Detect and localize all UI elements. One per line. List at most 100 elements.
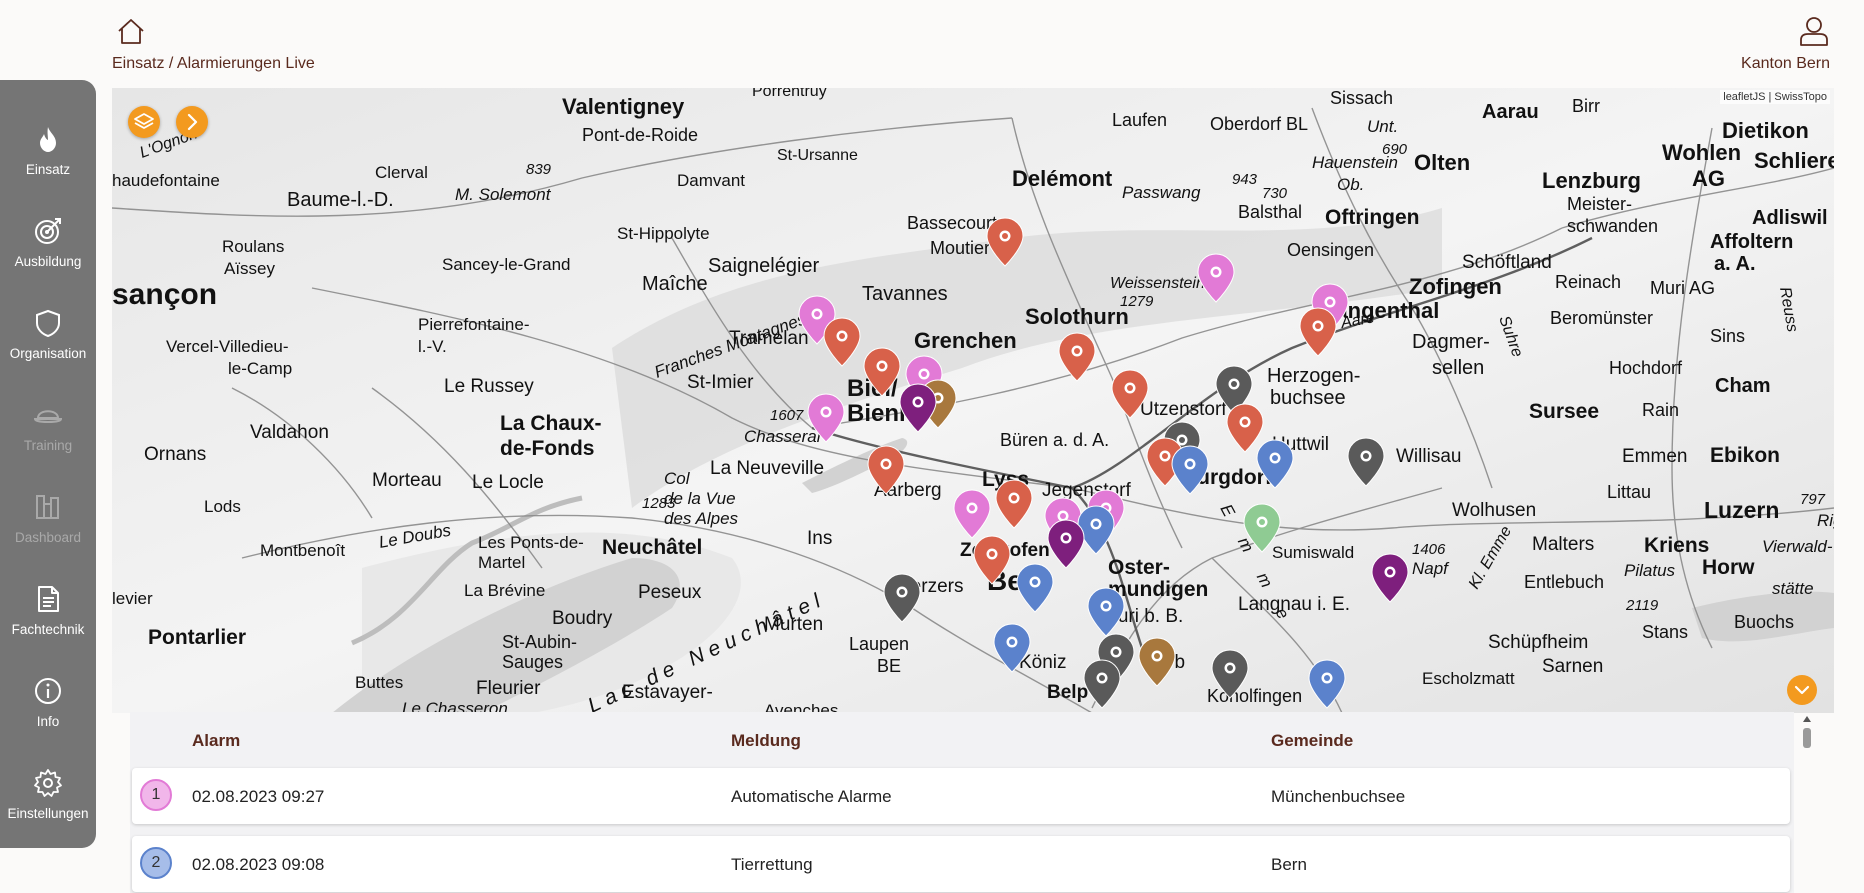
map-label: Vierwald-: [1762, 537, 1833, 556]
map-label: 730: [1262, 185, 1288, 202]
map-label: schwanden: [1567, 216, 1658, 236]
map-label: Horw: [1702, 556, 1755, 579]
map-label: Lods: [204, 497, 241, 516]
map-label: Malters: [1532, 534, 1594, 555]
map-label: 839: [526, 161, 552, 178]
map-label: St-Hippolyte: [617, 224, 710, 243]
map-label: Ornans: [144, 444, 206, 465]
map-label: Les Ponts-de-: [478, 533, 584, 552]
map-label: Le Locle: [472, 472, 544, 493]
map-label: Sancey-le-Grand: [442, 255, 571, 274]
map-label: Porrentruy: [752, 88, 827, 100]
map-label: Bassecourt: [907, 213, 997, 233]
column-header-meldung[interactable]: Meldung: [731, 731, 801, 751]
map-label: BE: [877, 656, 901, 676]
home-icon[interactable]: [116, 16, 146, 46]
map-label: Delémont: [1012, 166, 1113, 191]
sidebar-item-training: Training: [0, 386, 96, 466]
sidebar-item-ausbildung[interactable]: Ausbildung: [0, 202, 96, 282]
cell-alarm: 02.08.2023 09:08: [192, 855, 325, 874]
sidebar-item-organisation[interactable]: Organisation: [0, 294, 96, 374]
helmet-icon: [33, 410, 63, 423]
map-label: 1279: [1120, 293, 1154, 310]
table-header: Alarm Meldung Gemeinde: [130, 712, 1794, 768]
map-label: La Brévine: [464, 581, 545, 600]
sidebar-item-info[interactable]: Info: [0, 662, 96, 742]
breadcrumb: Einsatz / Alarmierungen Live: [112, 55, 315, 72]
map-label: Muri AG: [1650, 278, 1715, 298]
map-label: Pierrefontaine-: [418, 315, 530, 334]
map-label: Passwang: [1122, 183, 1201, 202]
sidebar-item-einsatz[interactable]: Einsatz: [0, 110, 96, 190]
map-label: Fleurier: [476, 678, 541, 699]
top-bar: Einsatz / Alarmierungen Live Kanton Bern: [0, 0, 1864, 84]
map-label: Rain: [1642, 400, 1679, 420]
map-label: 1406: [1412, 541, 1446, 558]
info-icon: [35, 678, 61, 704]
map-label: Tavannes: [862, 283, 948, 305]
map-label: Laufen: [1112, 110, 1167, 130]
map-canvas[interactable]: Valentigney Pont-de-Roide Porrentruy St-…: [112, 88, 1834, 713]
map-label: Langnau i. E.: [1238, 594, 1350, 615]
map-label: Olten: [1414, 150, 1470, 175]
layers-button[interactable]: [128, 106, 160, 138]
column-header-gemeinde[interactable]: Gemeinde: [1271, 731, 1353, 751]
map-view[interactable]: Valentigney Pont-de-Roide Porrentruy St-…: [112, 88, 1834, 713]
map-label: Schöftland: [1462, 252, 1552, 273]
map-label: Pilatus: [1624, 561, 1676, 580]
map-label: Ob.: [1337, 175, 1364, 194]
collapse-table-button[interactable]: [1787, 675, 1817, 705]
scroll-thumb: [1803, 728, 1811, 748]
table-row[interactable]: 1 02.08.2023 09:27 Automatische Alarme M…: [132, 768, 1790, 824]
map-attribution[interactable]: leafletJS | SwissTopo: [1720, 90, 1830, 104]
map-label: buchsee: [1270, 387, 1346, 409]
bar-chart-icon: [36, 495, 59, 519]
scroll-up-arrow: [1803, 716, 1811, 722]
map-label: Pont-de-Roide: [582, 125, 698, 145]
map-label: Dagmer-: [1412, 331, 1490, 353]
sidebar-item-label: Info: [36, 714, 60, 729]
map-label: Morteau: [372, 470, 442, 491]
map-label: Balsthal: [1238, 202, 1302, 222]
user-icon[interactable]: [1798, 15, 1830, 47]
sidebar-item-label: Training: [23, 438, 73, 453]
map-label: Boudry: [552, 608, 613, 629]
map-label: Emmen: [1622, 446, 1687, 467]
column-header-alarm[interactable]: Alarm: [192, 731, 240, 751]
table-row[interactable]: 2 02.08.2023 09:08 Tierrettung Bern: [132, 836, 1790, 892]
row-index-badge: 2: [140, 847, 172, 879]
cell-gemeinde: Bern: [1271, 855, 1307, 874]
canton-label: Kanton Bern: [1741, 55, 1830, 72]
map-label: Sumiswald: [1272, 543, 1354, 562]
sidebar-item-label: Einsatz: [25, 162, 71, 177]
sidebar-item-label: Fachtechnik: [11, 622, 85, 637]
table-scrollbar[interactable]: [1800, 712, 1814, 893]
map-label: Buochs: [1734, 612, 1794, 632]
sidebar-item-fachtechnik[interactable]: Fachtechnik: [0, 570, 96, 650]
map-label: Sursee: [1529, 400, 1599, 423]
map-label: Birr: [1572, 96, 1600, 116]
map-label: M. Solemont: [455, 185, 552, 204]
map-label: Adliswil: [1752, 207, 1828, 229]
map-label: stätte: [1772, 579, 1814, 598]
cell-meldung: Tierrettung: [731, 855, 813, 874]
expand-panel-button[interactable]: [176, 106, 208, 138]
map-label: sançon: [112, 278, 217, 311]
map-label: Peseux: [638, 582, 702, 603]
map-label: haudefontaine: [112, 171, 220, 190]
sidebar-item-einstellungen[interactable]: Einstellungen: [0, 754, 96, 834]
chevron-right-icon: [187, 113, 198, 131]
map-label: Aarau: [1482, 101, 1539, 123]
map-label: Sins: [1710, 326, 1745, 346]
map-label: Grenchen: [914, 328, 1017, 353]
map-label: Buttes: [355, 673, 403, 692]
map-label: Ebikon: [1710, 444, 1780, 467]
map-label: Ins: [807, 528, 832, 549]
sidebar-item-label: Dashboard: [14, 530, 82, 545]
map-label: Napf: [1412, 559, 1450, 578]
map-label: 797: [1800, 491, 1826, 508]
map-label: Baume-l.-D.: [287, 189, 394, 211]
map-label: Laupen: [849, 634, 909, 654]
map-label: Saignelégier: [708, 255, 820, 277]
map-label: Büren a. d. A.: [1000, 430, 1109, 450]
